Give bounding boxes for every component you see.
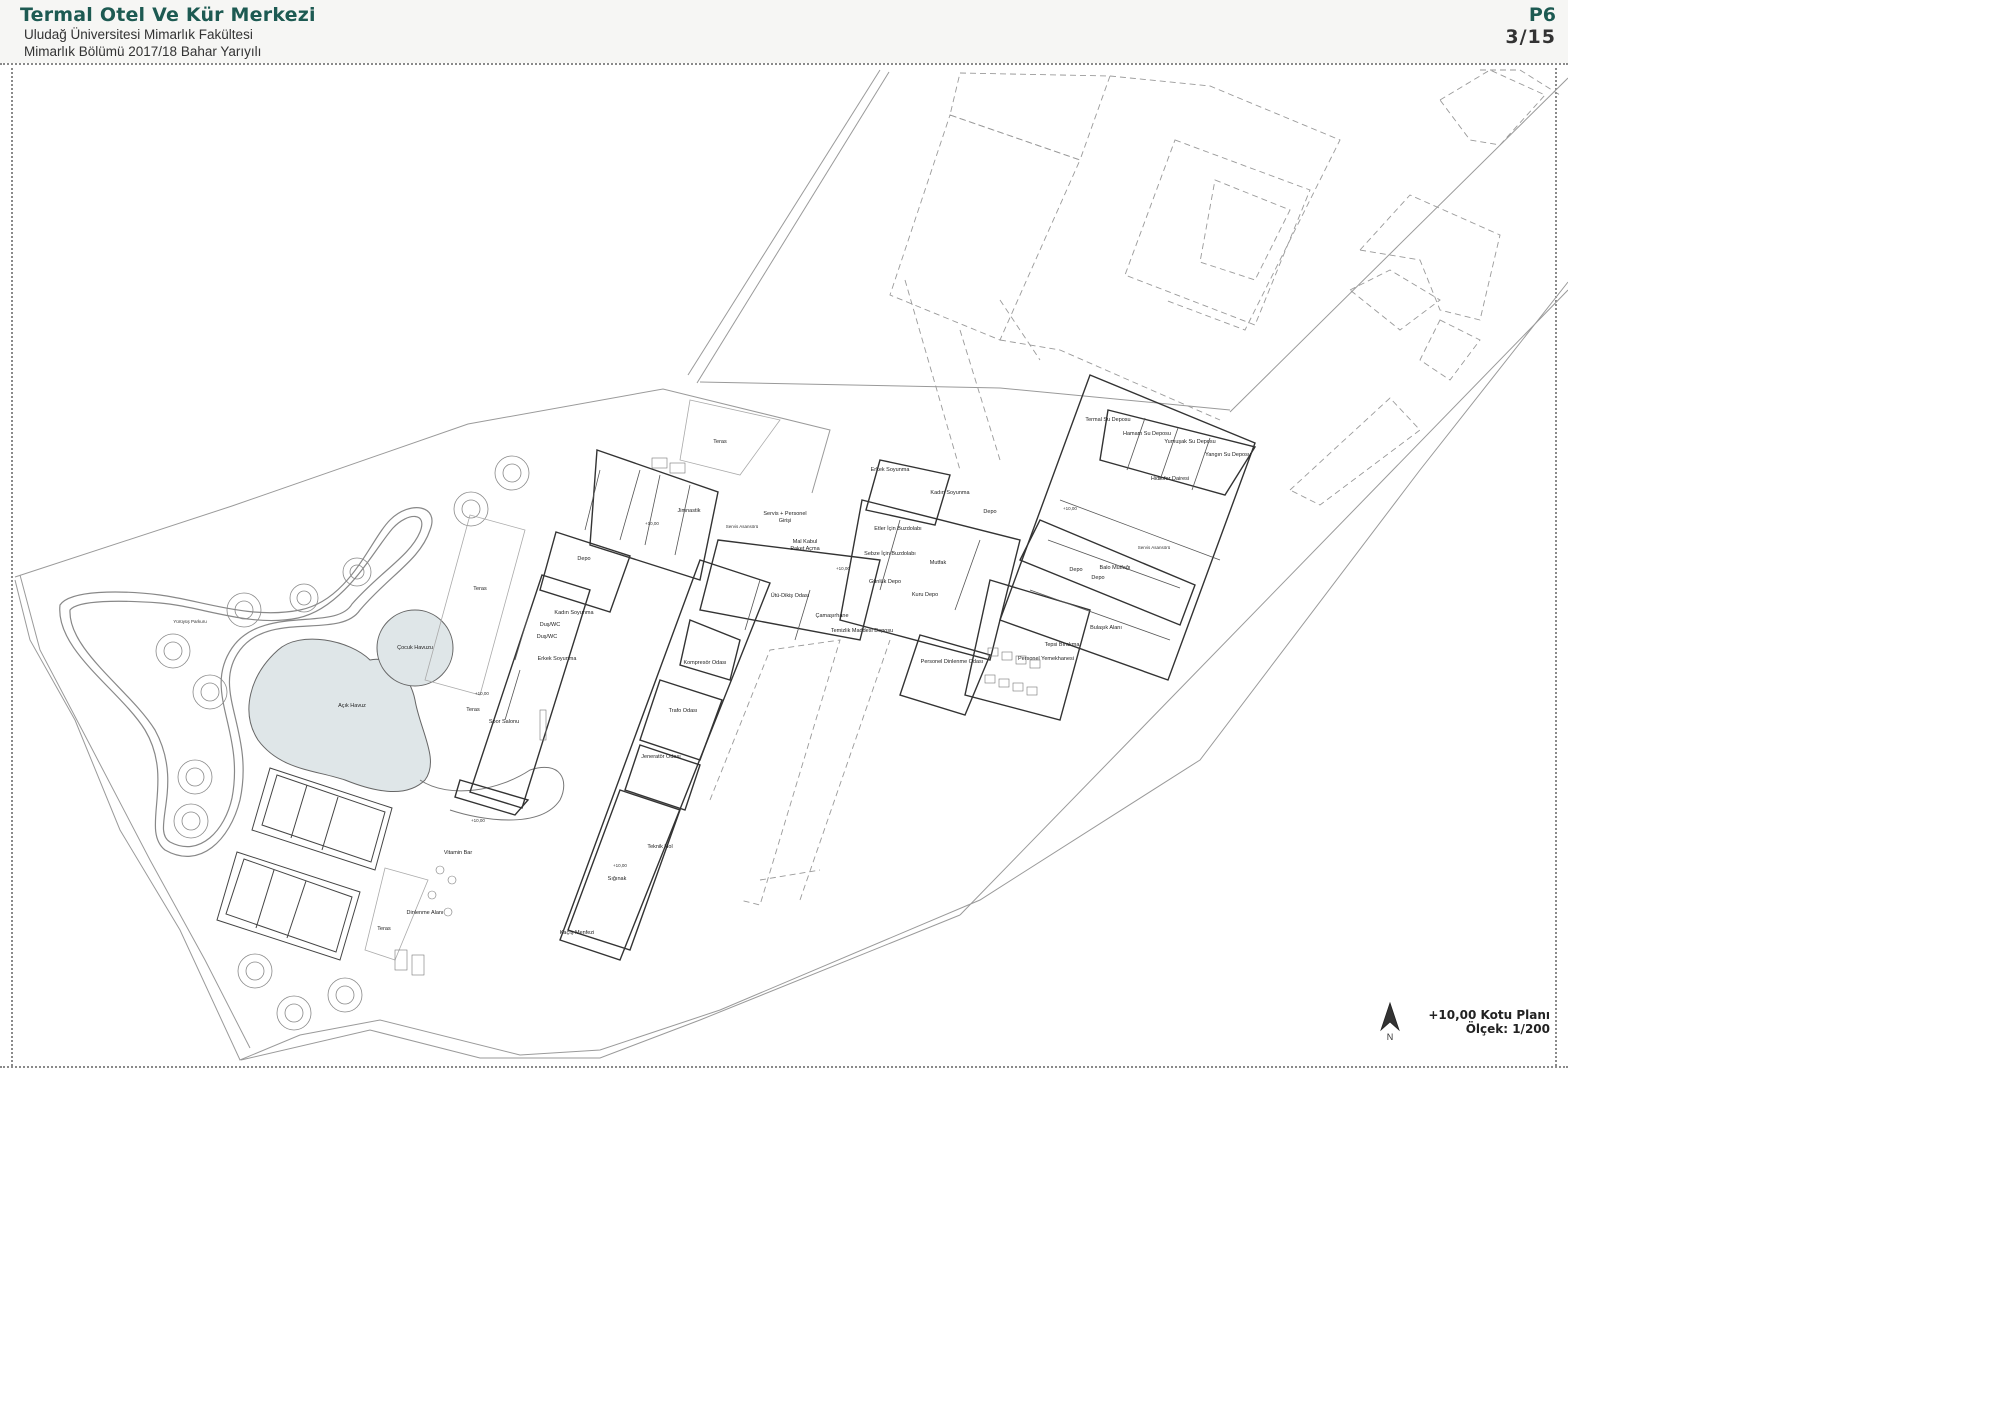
label-depo-left: Depo xyxy=(577,556,590,562)
plan-name: +10,00 Kotu Planı xyxy=(1428,1008,1550,1022)
label-temizlik-maddesi: Temizlik Maddesi Deposu xyxy=(831,628,893,634)
label-erkek-soyunma-left: Erkek Soyunma xyxy=(538,656,578,662)
floor-plan-drawing: Teras Jimnastik Servis + Personel Girişi… xyxy=(14,69,1568,1061)
label-teknik-hol: Teknik Hol xyxy=(647,844,672,850)
label-dus-wc-2: Duş/WC xyxy=(537,634,558,640)
label-gunluk-depo: Günlük Depo xyxy=(869,579,901,585)
label-et-buzdolabi: Etler İçin Buzdolabı xyxy=(874,525,921,532)
label-camasirhane: Çamaşırhane xyxy=(815,613,848,619)
building-walls xyxy=(454,374,1257,961)
label-bulasik: Bulaşık Alanı xyxy=(1090,625,1122,631)
label-dus-wc-1: Duş/WC xyxy=(540,622,561,628)
label-teras-low: Teras xyxy=(466,707,480,713)
label-servis-asansoru: Servis Asansörü xyxy=(726,524,759,529)
sport-courts xyxy=(216,767,393,961)
existing-buildings xyxy=(709,69,1561,906)
label-termal-su: Termal Su Deposu xyxy=(1085,417,1130,423)
label-depo-balo-2: Depo xyxy=(1091,575,1104,581)
site-boundary xyxy=(14,69,1568,1061)
label-kadin-soyunma-right: Kadın Soyunma xyxy=(930,490,970,496)
level-mark: +10,00 xyxy=(471,818,485,823)
label-yangin-su: Yangın Su Deposu xyxy=(1205,452,1251,458)
label-tepsi-birakma: Tepsi Bırakma xyxy=(1045,642,1081,648)
label-mutfak: Mutfak xyxy=(930,560,947,566)
plan-legend: +10,00 Kotu Planı Ölçek: 1/200 xyxy=(1428,1008,1550,1036)
label-teras-mid: Teras xyxy=(473,586,487,592)
label-depo-balo-1: Depo xyxy=(1069,567,1082,573)
label-jenerator: Jeneratör Odası xyxy=(641,754,680,760)
north-arrow-icon: N xyxy=(1380,1001,1400,1042)
level-mark: +10,00 xyxy=(836,566,850,571)
label-kacis-menfezi: Kaçış Menfezi xyxy=(560,930,595,936)
label-balo-mutfagi: Balo Mutfağı xyxy=(1100,565,1131,571)
label-erkek-soyunma-right: Erkek Soyunma xyxy=(871,467,911,473)
label-utu-dikis: Ütü-Dikiş Odası xyxy=(771,592,810,599)
label-kadin-soyunma: Kadın Soyunma xyxy=(554,610,594,616)
level-mark: +10,00 xyxy=(1063,506,1077,511)
label-sebze-buzdolabi: Sebze İçin Buzdolabı xyxy=(864,550,916,557)
label-mal-kabul: Mal Kabul xyxy=(793,539,817,545)
label-dinlenme-alani: Dinlenme Alanı xyxy=(407,910,444,916)
label-kuru-depo: Kuru Depo xyxy=(912,592,938,598)
level-marks: +10,00 +10,00 +10,00 +10,00 +10,00 +10,0… xyxy=(471,506,1077,868)
label-yuruyus-parkuru: Yürüyüş Parkuru xyxy=(173,619,207,624)
label-kompresor: Kompresör Odası xyxy=(683,660,726,666)
label-siginak: Sığınak xyxy=(608,876,627,882)
level-mark: +10,00 xyxy=(475,691,489,696)
pools xyxy=(248,609,565,821)
label-hidrofor: Hidrofor Dairesi xyxy=(1151,476,1189,482)
label-personel-dinlenme: Personel Dinlenme Odası xyxy=(921,659,984,665)
label-depo-kitchen: Depo xyxy=(983,509,996,515)
level-mark: +10,00 xyxy=(645,521,659,526)
label-acik-havuz: Açık Havuz xyxy=(338,703,366,709)
label-personel-yemekhanesi: Personel Yemekhanesi xyxy=(1018,656,1074,662)
label-servis-personel-2: Girişi xyxy=(779,518,792,524)
label-trafo: Trafo Odası xyxy=(669,708,698,714)
label-yumusak-su: Yumuşak Su Deposu xyxy=(1164,439,1215,445)
label-cocuk-havuzu: Çocuk Havuzu xyxy=(397,645,433,651)
label-teras-bottom: Teras xyxy=(377,926,391,932)
label-servis-asansoru-2: Servis Asansörü xyxy=(1138,545,1171,550)
label-teras-top: Teras xyxy=(713,439,727,445)
label-vitamin-bar: Vitamin Bar xyxy=(444,850,472,856)
north-label: N xyxy=(1387,1032,1394,1042)
plan-scale: Ölçek: 1/200 xyxy=(1465,1022,1550,1036)
label-servis-personel: Servis + Personel xyxy=(763,511,806,517)
label-hamam-su: Hamam Su Deposu xyxy=(1123,431,1171,437)
label-spor-salonu: Spor Salonu xyxy=(489,719,519,725)
label-jimnastik: Jimnastik xyxy=(678,508,701,514)
level-mark: +10,00 xyxy=(613,863,627,868)
label-paket-acma: Paket Açma xyxy=(790,546,820,552)
